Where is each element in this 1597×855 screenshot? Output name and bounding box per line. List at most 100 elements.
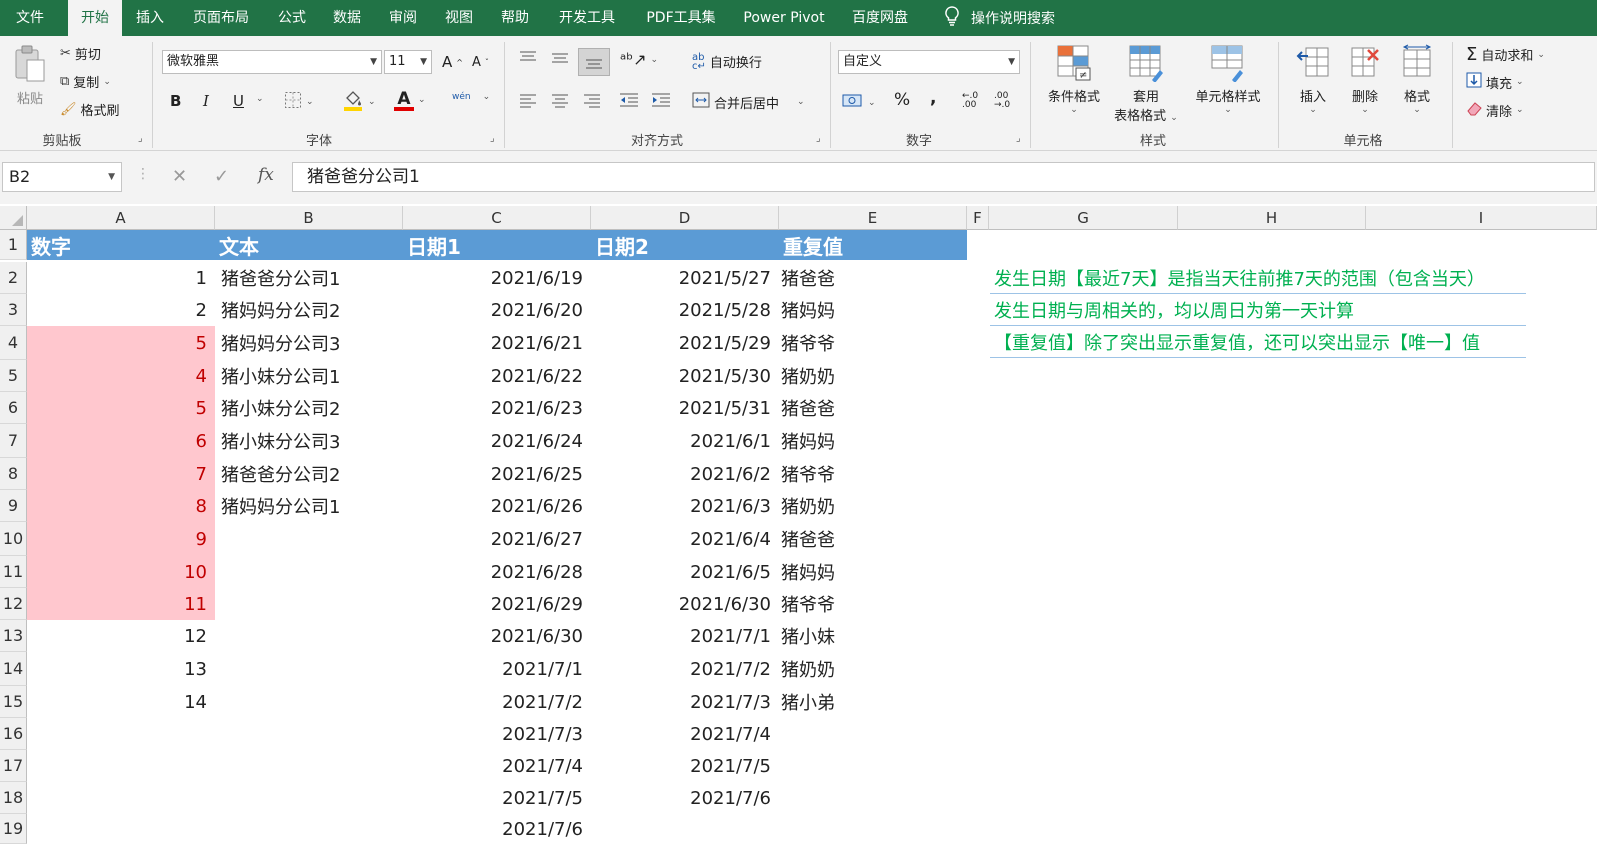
column-header[interactable]: I (1366, 206, 1597, 230)
table-cell[interactable]: 11 (27, 588, 215, 620)
table-cell[interactable]: 2 (27, 294, 215, 326)
row-header[interactable]: 6 (0, 392, 27, 424)
table-cell[interactable]: 2021/6/21 (403, 326, 591, 360)
column-header[interactable]: C (403, 206, 591, 230)
row-header[interactable]: 2 (0, 262, 27, 294)
delete-cells-button[interactable]: 删除 ⌄ (1342, 44, 1388, 115)
column-header[interactable]: D (591, 206, 779, 230)
column-header[interactable]: F (967, 206, 989, 230)
fill-color-button[interactable]: ⌄ (342, 89, 376, 115)
cancel-icon[interactable]: ✕ (172, 166, 187, 187)
table-cell[interactable]: 12 (27, 620, 215, 652)
tab-page-layout[interactable]: 页面布局 (182, 0, 260, 36)
table-cell[interactable]: 2021/6/4 (591, 522, 779, 556)
table-cell[interactable]: 猪妈妈分公司3 (215, 326, 403, 360)
table-cell[interactable]: 2021/5/27 (591, 262, 779, 294)
dialog-launcher-icon[interactable]: ⌟ (138, 133, 143, 144)
column-header[interactable]: B (215, 206, 403, 230)
table-cell[interactable]: 2021/7/4 (591, 718, 779, 750)
table-cell[interactable]: 猪小妹分公司3 (215, 424, 403, 458)
table-cell[interactable]: 14 (27, 686, 215, 718)
align-left-icon[interactable] (518, 92, 538, 108)
header-cell-duplicate[interactable]: 重复值 (779, 230, 967, 260)
table-cell[interactable]: 2021/5/30 (591, 360, 779, 392)
borders-button[interactable]: ⌄ (284, 91, 314, 113)
table-cell[interactable]: 猪爷爷 (779, 458, 967, 490)
table-cell[interactable]: 猪奶奶 (779, 652, 967, 686)
font-color-button[interactable]: A ⌄ (394, 89, 426, 111)
row-header[interactable]: 17 (0, 750, 27, 782)
row-header[interactable]: 12 (0, 588, 27, 620)
table-cell[interactable]: 2021/7/6 (591, 782, 779, 814)
table-cell[interactable]: 猪爸爸 (779, 522, 967, 556)
align-right-icon[interactable] (582, 92, 602, 108)
table-cell[interactable]: 猪小妹分公司1 (215, 360, 403, 392)
table-cell[interactable]: 2021/6/1 (591, 424, 779, 458)
table-cell[interactable]: 猪妈妈 (779, 424, 967, 458)
tab-review[interactable]: 审阅 (380, 0, 426, 36)
row-header[interactable]: 14 (0, 652, 27, 686)
table-cell[interactable]: 猪小弟 (779, 686, 967, 718)
font-name-combo[interactable]: 微软雅黑 ▼ (162, 50, 382, 74)
decrease-indent-icon[interactable] (618, 92, 640, 108)
tab-data[interactable]: 数据 (324, 0, 370, 36)
chevron-down-icon[interactable]: ⌄ (256, 94, 264, 104)
table-cell[interactable]: 2021/6/3 (591, 490, 779, 522)
name-box[interactable]: B2 ▼ (2, 162, 122, 192)
table-cell[interactable]: 2021/7/5 (403, 782, 591, 814)
table-cell[interactable]: 猪妈妈 (779, 556, 967, 588)
header-cell-date1[interactable]: 日期1 (403, 230, 591, 260)
table-cell[interactable]: 5 (27, 392, 215, 424)
table-cell[interactable]: 2021/6/28 (403, 556, 591, 588)
row-header[interactable]: 3 (0, 294, 27, 326)
table-cell[interactable]: 2021/6/22 (403, 360, 591, 392)
decrease-font-size-icon[interactable]: Aˇ (472, 55, 489, 70)
insert-cells-button[interactable]: 插入 ⌄ (1290, 44, 1336, 115)
table-cell[interactable]: 猪爷爷 (779, 588, 967, 620)
middle-align-icon[interactable] (550, 50, 570, 66)
table-cell[interactable]: 2021/7/1 (403, 652, 591, 686)
format-painter-button[interactable]: 🖌 格式刷 (60, 100, 120, 119)
table-cell[interactable]: 猪爸爸 (779, 262, 967, 294)
table-cell[interactable]: 2021/5/28 (591, 294, 779, 326)
merge-center-button[interactable]: 合并后居中 ⌄ (692, 92, 805, 112)
conditional-formatting-button[interactable]: ≠ 条件格式 ⌄ (1040, 44, 1108, 115)
cut-button[interactable]: ✂ 剪切 (60, 44, 101, 63)
tab-file[interactable]: 文件 (0, 0, 60, 36)
row-header[interactable]: 18 (0, 782, 27, 814)
row-header[interactable]: 11 (0, 556, 27, 588)
increase-indent-icon[interactable] (650, 92, 672, 108)
table-cell[interactable]: 猪爸爸分公司2 (215, 458, 403, 490)
table-cell[interactable]: 2021/6/2 (591, 458, 779, 490)
table-cell[interactable]: 2021/7/3 (403, 718, 591, 750)
table-cell[interactable]: 9 (27, 522, 215, 556)
dialog-launcher-icon[interactable]: ⌟ (490, 133, 495, 144)
row-header[interactable]: 10 (0, 522, 27, 556)
table-cell[interactable]: 猪爸爸 (779, 392, 967, 424)
percent-style-button[interactable]: % (894, 90, 910, 110)
row-header[interactable]: 5 (0, 360, 27, 392)
dialog-launcher-icon[interactable]: ⌟ (816, 133, 821, 144)
table-cell[interactable]: 猪妈妈分公司1 (215, 490, 403, 522)
row-header[interactable]: 15 (0, 686, 27, 718)
italic-button[interactable]: I (203, 92, 209, 110)
table-cell[interactable]: 2021/6/25 (403, 458, 591, 490)
formula-input[interactable]: 猪爸爸分公司1 (292, 162, 1595, 192)
table-cell[interactable]: 2021/7/2 (591, 652, 779, 686)
table-cell[interactable]: 2021/7/6 (403, 814, 591, 844)
insert-function-icon[interactable]: fx (258, 165, 274, 185)
table-cell[interactable]: 猪奶奶 (779, 360, 967, 392)
table-cell[interactable]: 2021/6/20 (403, 294, 591, 326)
top-align-icon[interactable] (518, 50, 538, 66)
table-cell[interactable]: 猪妈妈 (779, 294, 967, 326)
column-header[interactable]: A (27, 206, 215, 230)
table-cell[interactable]: 猪小妹 (779, 620, 967, 652)
enter-check-icon[interactable]: ✓ (214, 166, 229, 187)
table-cell[interactable]: 2021/7/4 (403, 750, 591, 782)
table-cell[interactable]: 2021/5/29 (591, 326, 779, 360)
header-cell-text[interactable]: 文本 (215, 230, 403, 260)
table-cell[interactable]: 猪妈妈分公司2 (215, 294, 403, 326)
tab-baidu-netdisk[interactable]: 百度网盘 (842, 0, 918, 36)
fill-button[interactable]: 填充 ⌄ (1466, 72, 1524, 92)
font-size-combo[interactable]: 11 ▼ (384, 50, 432, 74)
